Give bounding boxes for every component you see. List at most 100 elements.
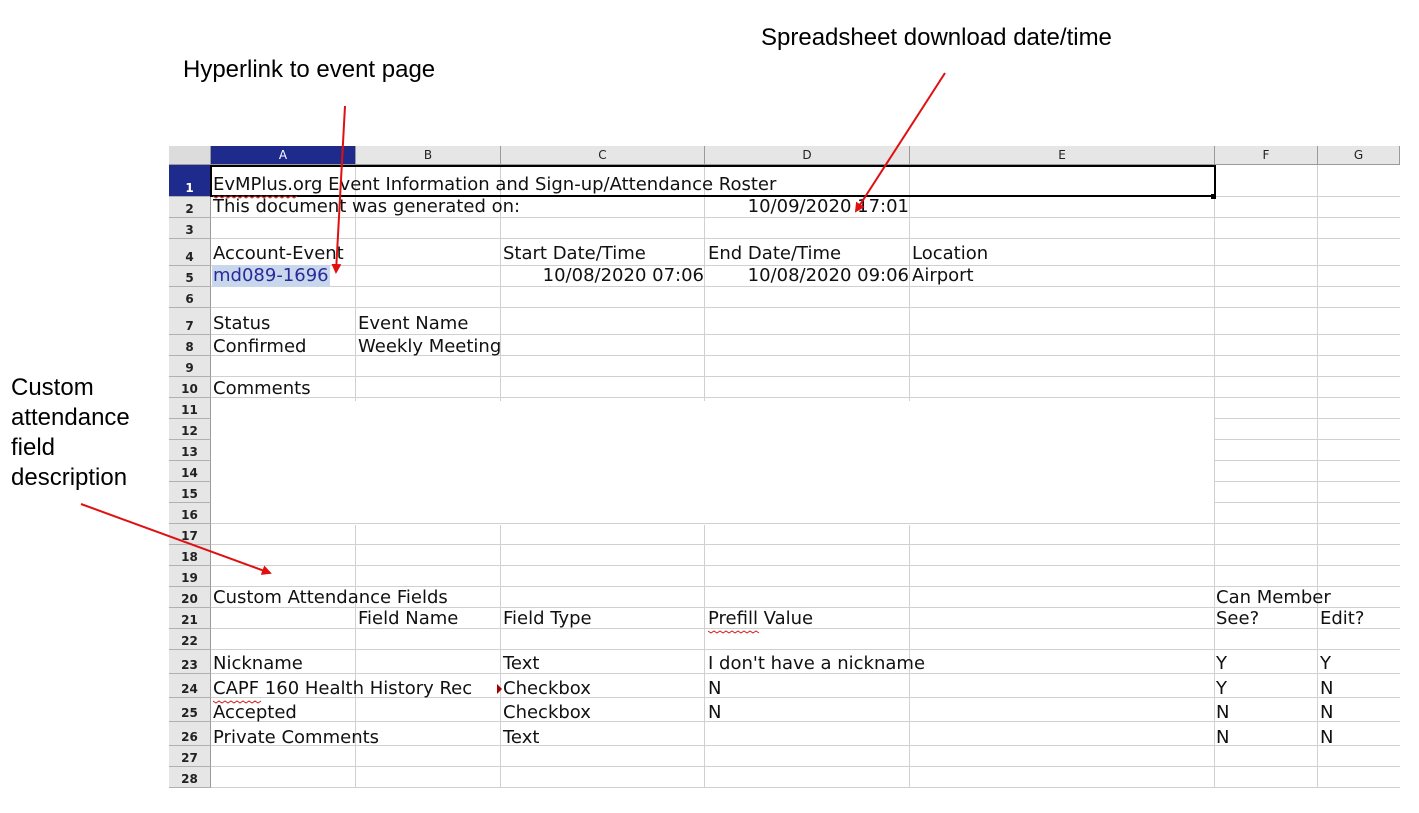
gridline	[1215, 439, 1400, 440]
row-header-28[interactable]: 28	[169, 767, 211, 788]
cell-d4-end-header[interactable]: End Date/Time	[708, 243, 841, 265]
cell-c5-start[interactable]: 10/08/2020 07:06	[501, 265, 704, 287]
column-header-g[interactable]: G	[1318, 146, 1400, 165]
row-header-12[interactable]: 12	[169, 419, 211, 440]
field-edit-cell[interactable]: Y	[1320, 653, 1331, 675]
gridline	[1215, 481, 1400, 482]
field-edit-cell[interactable]: N	[1320, 702, 1333, 724]
cell-a1-title[interactable]: EvMPlus.org Event Information and Sign-u…	[213, 174, 776, 196]
row-header-20[interactable]: 20	[169, 587, 211, 608]
row-header-16[interactable]: 16	[169, 503, 211, 524]
field-see-cell[interactable]: N	[1216, 727, 1229, 749]
field-type-cell[interactable]: Checkbox	[503, 678, 591, 700]
row-header-25[interactable]: 25	[169, 698, 211, 722]
row-header-5[interactable]: 5	[169, 266, 211, 287]
column-header-d[interactable]: D	[705, 146, 910, 165]
row-header-21[interactable]: 21	[169, 608, 211, 629]
gridline	[211, 376, 1400, 377]
fill-handle[interactable]	[1211, 194, 1216, 199]
column-header-a[interactable]: A	[211, 146, 356, 165]
cell-c21-field-type[interactable]: Field Type	[503, 608, 592, 630]
row-header-1[interactable]: 1	[169, 165, 211, 197]
row-header-22[interactable]: 22	[169, 629, 211, 650]
cell-d2-generated-date[interactable]: 10/09/2020 17:01	[705, 196, 909, 218]
cell-b8-event-name[interactable]: Weekly Meeting	[358, 336, 501, 358]
comments-merged-area[interactable]	[211, 401, 1214, 525]
cell-c4-start-header[interactable]: Start Date/Time	[503, 243, 646, 265]
row-header-14[interactable]: 14	[169, 461, 211, 482]
row-header-13[interactable]: 13	[169, 440, 211, 461]
cell-b7-event-name-header[interactable]: Event Name	[358, 313, 468, 335]
gridline	[211, 397, 1400, 398]
gridline	[211, 766, 1400, 767]
field-type-cell[interactable]: Checkbox	[503, 702, 591, 724]
row-header-23[interactable]: 23	[169, 650, 211, 674]
row-header-15[interactable]: 15	[169, 482, 211, 503]
field-type-cell[interactable]: Text	[503, 653, 539, 675]
field-see-cell[interactable]: N	[1216, 702, 1229, 724]
row-header-2[interactable]: 2	[169, 197, 211, 218]
annotation-custom-field: Custom attendance field description	[11, 374, 130, 491]
gridline	[1215, 502, 1400, 503]
row-header-10[interactable]: 10	[169, 377, 211, 398]
field-see-cell[interactable]: Y	[1216, 653, 1227, 675]
field-type-cell[interactable]: Text	[503, 727, 539, 749]
cell-g21-edit[interactable]: Edit?	[1320, 608, 1364, 630]
field-name-cell[interactable]: Accepted	[213, 702, 297, 724]
cell-a8-status[interactable]: Confirmed	[213, 336, 306, 358]
column-header-e[interactable]: E	[910, 146, 1215, 165]
cell-e4-location-header[interactable]: Location	[912, 243, 988, 265]
cell-a20-custom-fields-title[interactable]: Custom Attendance Fields	[213, 587, 448, 609]
gridline	[211, 238, 1400, 239]
field-prefill-cell[interactable]: N	[708, 678, 721, 700]
spellcheck-underline	[213, 195, 297, 199]
spellcheck-underline	[708, 630, 760, 634]
row-header-8[interactable]: 8	[169, 335, 211, 356]
select-all-corner[interactable]	[169, 146, 211, 165]
cell-a4-account-event[interactable]: Account-Event	[213, 243, 344, 265]
cell-a10-comments[interactable]: Comments	[213, 378, 311, 400]
field-edit-cell[interactable]: N	[1320, 678, 1333, 700]
row-header-11[interactable]: 11	[169, 398, 211, 419]
cell-e5-location[interactable]: Airport	[912, 265, 974, 287]
row-header-6[interactable]: 6	[169, 287, 211, 308]
field-name-cell[interactable]: CAPF 160 Health History Rec	[213, 678, 499, 700]
row-header-3[interactable]: 3	[169, 218, 211, 239]
field-see-cell[interactable]: Y	[1216, 678, 1227, 700]
row-header-4[interactable]: 4	[169, 239, 211, 266]
field-prefill-cell[interactable]: I don't have a nickname	[708, 653, 925, 675]
text-overflow-arrow-icon	[497, 684, 502, 694]
row-header-26[interactable]: 26	[169, 722, 211, 746]
row-header-18[interactable]: 18	[169, 545, 211, 566]
gridline	[1214, 165, 1215, 788]
event-page-hyperlink[interactable]: md089-1696	[212, 265, 330, 287]
row-header-19[interactable]: 19	[169, 566, 211, 587]
spreadsheet-grid[interactable]: A B C D E F G 1 2 3 4 5 6 7 8 9 10 11 12 13 14 15 16 17 1…	[169, 146, 1400, 788]
field-prefill-cell[interactable]: N	[708, 702, 721, 724]
cell-a2-generated-label[interactable]: This document was generated on:	[213, 196, 520, 218]
annotation-hyperlink: Hyperlink to event page	[183, 56, 436, 83]
row-header-27[interactable]: 27	[169, 746, 211, 767]
annotation-download-time: Spreadsheet download date/time	[761, 24, 1112, 51]
gridline	[211, 565, 1400, 566]
column-header-b[interactable]: B	[356, 146, 501, 165]
cell-d21-prefill-value[interactable]: Prefill Value	[708, 608, 813, 630]
cell-b21-field-name[interactable]: Field Name	[358, 608, 458, 630]
cell-a7-status-header[interactable]: Status	[213, 313, 270, 335]
column-header-f[interactable]: F	[1215, 146, 1318, 165]
gridline	[211, 523, 1400, 524]
field-edit-cell[interactable]: N	[1320, 727, 1333, 749]
field-name-cell[interactable]: Private Comments	[213, 727, 379, 749]
cell-f20-can-member[interactable]: Can Member	[1216, 587, 1331, 609]
row-header-17[interactable]: 17	[169, 524, 211, 545]
gridline	[211, 307, 1400, 308]
spellcheck-underline	[213, 700, 262, 704]
row-header-24[interactable]: 24	[169, 674, 211, 698]
row-header-7[interactable]: 7	[169, 308, 211, 335]
gridline	[1317, 165, 1318, 788]
cell-d5-end[interactable]: 10/08/2020 09:06	[705, 265, 909, 287]
column-header-c[interactable]: C	[501, 146, 705, 165]
field-name-cell[interactable]: Nickname	[213, 653, 303, 675]
cell-f21-see[interactable]: See?	[1216, 608, 1259, 630]
row-header-9[interactable]: 9	[169, 356, 211, 377]
